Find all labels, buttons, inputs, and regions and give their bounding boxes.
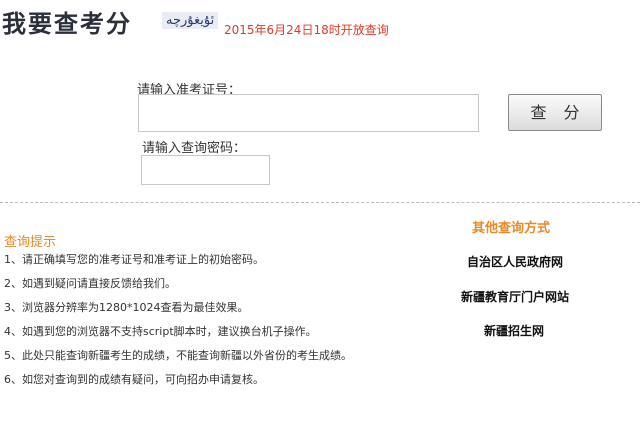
tip-item: 2、如遇到疑问请直接反馈给我们。 bbox=[4, 277, 176, 290]
query-score-button[interactable]: 查 分 bbox=[508, 94, 602, 131]
tips-title: 查询提示 bbox=[4, 235, 57, 250]
tips-list: 1、请正确填写您的准考证号和准考证上的初始密码。 2、如遇到疑问请直接反馈给我们… bbox=[4, 253, 352, 397]
password-input[interactable] bbox=[141, 155, 270, 185]
tip-item: 5、此处只能查询新疆考生的成绩，不能查询新疆以外省份的考生成绩。 bbox=[4, 349, 352, 362]
gov-website-link[interactable]: 自治区人民政府网 bbox=[467, 253, 563, 270]
ticket-number-input[interactable] bbox=[138, 94, 479, 132]
open-time-notice: 2015年6月24日18时开放查询 bbox=[224, 23, 389, 37]
page-title: 我要查考分 bbox=[2, 10, 132, 38]
education-portal-link[interactable]: 新疆教育厅门户网站 bbox=[461, 288, 569, 305]
tip-item: 6、如您对查询到的成绩有疑问，可向招办申请复核。 bbox=[4, 373, 264, 386]
tip-item: 1、请正确填写您的准考证号和准考证上的初始密码。 bbox=[4, 253, 264, 266]
admissions-website-link[interactable]: 新疆招生网 bbox=[484, 322, 544, 339]
password-label: 请输入查询密码： bbox=[142, 141, 247, 156]
other-query-methods-title: 其他查询方式 bbox=[472, 221, 551, 236]
section-divider bbox=[0, 202, 640, 203]
uyghur-language-link[interactable]: ئۇيغۇرچە bbox=[162, 12, 219, 29]
tip-item: 4、如遇到您的浏览器不支持script脚本时，建议换台机子操作。 bbox=[4, 325, 317, 338]
tip-item: 3、浏览器分辨率为1280*1024查看为最佳效果。 bbox=[4, 301, 249, 314]
